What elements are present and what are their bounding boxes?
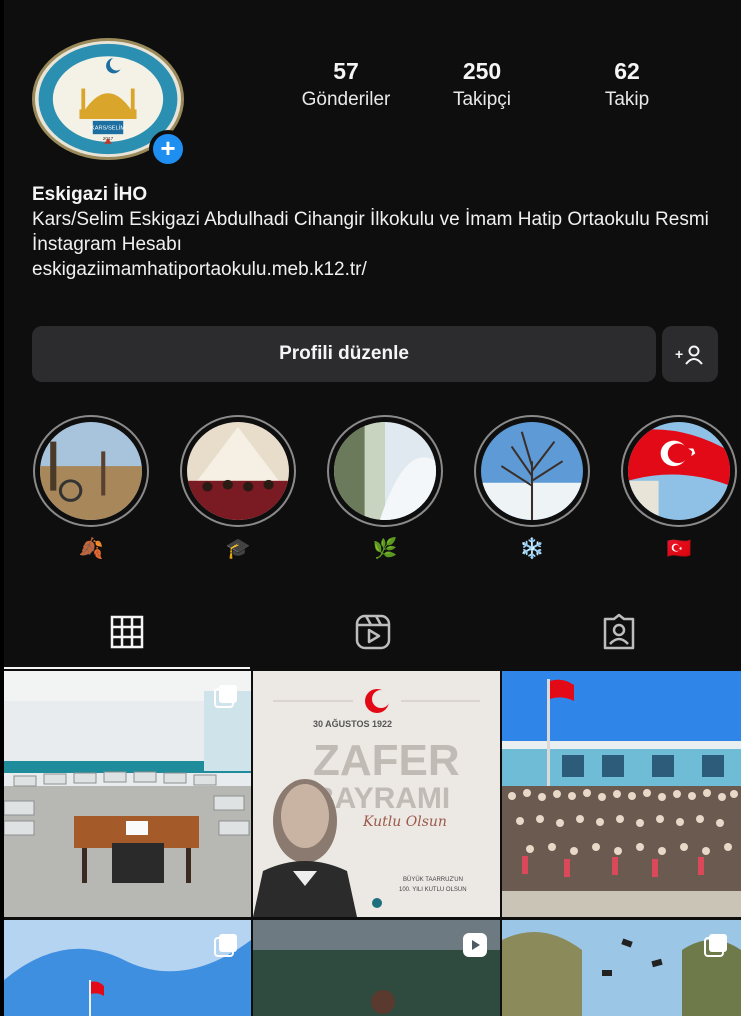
svg-text:KARS/SELİM: KARS/SELİM xyxy=(91,124,125,131)
carousel-icon xyxy=(214,685,237,708)
grid-icon xyxy=(110,615,144,649)
highlight-thumbnail xyxy=(628,422,730,520)
svg-text:+: + xyxy=(675,346,683,362)
post-thumbnail[interactable] xyxy=(4,920,251,1016)
school-group-image xyxy=(502,671,741,917)
add-user-button[interactable]: + xyxy=(662,326,718,382)
highlight-ring xyxy=(474,415,590,527)
highlight-emoji: 🇹🇷 xyxy=(666,538,692,560)
profile-bio: Eskigazi İHO Kars/Selim Eskigazi Abdulha… xyxy=(32,182,722,282)
carousel-icon xyxy=(704,934,727,957)
tagged-icon xyxy=(603,613,635,650)
svg-text:ZAFER: ZAFER xyxy=(313,736,460,785)
followers-count: 250 xyxy=(462,58,502,84)
following-count: 62 xyxy=(614,58,640,84)
carousel-icon xyxy=(214,934,237,957)
post-thumbnail[interactable] xyxy=(502,920,741,1016)
stat-following[interactable]: 62 Takip xyxy=(567,58,687,111)
followers-label: Takipçi xyxy=(452,89,512,110)
profile-tabs xyxy=(4,596,741,668)
tab-reels[interactable] xyxy=(250,596,496,668)
profile-name: Eskigazi İHO xyxy=(32,184,148,205)
highlight-ring xyxy=(327,415,443,527)
posts-count: 57 xyxy=(333,58,359,84)
profile-screen: KARS/SELİM 2017 + 57 Gönderiler 250 Taki… xyxy=(4,0,741,1016)
zafer-bayrami-poster: 30 AĞUSTOS 1922 ZAFER BAYRAMI Kutlu Olsu… xyxy=(253,671,500,917)
bio-text: Kars/Selim Eskigazi Abdulhadi Cihangir İ… xyxy=(32,209,709,255)
svg-text:100. YILI KUTLU OLSUN: 100. YILI KUTLU OLSUN xyxy=(399,887,467,893)
highlight-item[interactable]: 🌿 xyxy=(326,415,444,561)
highlight-emoji: ❄️ xyxy=(519,538,545,560)
svg-text:30 AĞUSTOS 1922: 30 AĞUSTOS 1922 xyxy=(313,718,392,729)
add-story-plus-icon[interactable]: + xyxy=(149,130,187,168)
tab-tagged[interactable] xyxy=(496,596,741,668)
following-label: Takip xyxy=(604,89,650,110)
post-thumbnail[interactable] xyxy=(4,671,251,917)
active-tab-indicator xyxy=(4,667,250,669)
edit-profile-button[interactable]: Profili düzenle xyxy=(32,326,656,382)
highlight-ring xyxy=(621,415,737,527)
highlight-emoji: 🎓 xyxy=(225,538,251,560)
highlight-item[interactable]: 🍂 xyxy=(32,415,150,561)
stat-followers[interactable]: 250 Takipçi xyxy=(422,58,542,111)
add-person-icon: + xyxy=(675,345,703,365)
highlight-ring xyxy=(180,415,296,527)
svg-text:Kutlu Olsun: Kutlu Olsun xyxy=(362,814,447,830)
highlight-item[interactable]: ❄️ xyxy=(473,415,591,561)
highlight-item[interactable]: 🇹🇷 xyxy=(620,415,738,561)
posts-label: Gönderiler xyxy=(301,89,391,110)
highlight-ring xyxy=(33,415,149,527)
post-thumbnail[interactable]: 30 AĞUSTOS 1922 ZAFER BAYRAMI Kutlu Olsu… xyxy=(253,671,500,917)
bio-link[interactable]: eskigaziimamhatiportaokulu.meb.k12.tr/ xyxy=(32,257,722,282)
tab-posts[interactable] xyxy=(4,596,250,668)
highlight-thumbnail xyxy=(187,422,289,520)
highlight-emoji: 🍂 xyxy=(78,538,104,560)
highlight-thumbnail xyxy=(481,422,583,520)
highlight-emoji: 🌿 xyxy=(372,538,398,560)
avatar-container[interactable]: KARS/SELİM 2017 + xyxy=(32,38,188,168)
reels-icon xyxy=(355,614,391,650)
reels-icon xyxy=(463,933,487,957)
post-thumbnail[interactable] xyxy=(502,671,741,917)
stat-posts[interactable]: 57 Gönderiler xyxy=(286,58,406,111)
svg-text:BÜYÜK TAARRUZ'UN: BÜYÜK TAARRUZ'UN xyxy=(403,876,463,883)
highlight-thumbnail xyxy=(40,422,142,520)
post-thumbnail[interactable] xyxy=(253,920,500,1016)
highlight-item[interactable]: 🎓 xyxy=(179,415,297,561)
highlight-thumbnail xyxy=(334,422,436,520)
